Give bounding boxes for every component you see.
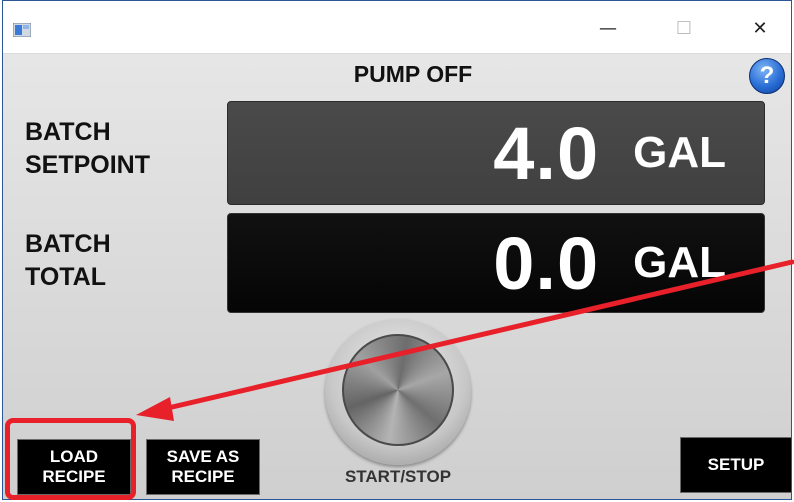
maximize-button[interactable]: ☐	[657, 11, 711, 45]
close-button[interactable]: ✕	[733, 11, 787, 45]
batch-total-display: 0.0 GAL	[227, 213, 765, 313]
save-as-recipe-button[interactable]: SAVE AS RECIPE	[146, 439, 260, 495]
batch-total-label-line2: TOTAL	[25, 263, 107, 291]
batch-total-unit: GAL	[633, 238, 726, 287]
batch-setpoint-label-line1: BATCH	[25, 118, 111, 146]
save-recipe-label-line2: RECIPE	[171, 467, 235, 486]
batch-total-label-line1: BATCH	[25, 230, 111, 258]
load-recipe-label-line1: LOAD	[49, 447, 99, 466]
app-window: — ☐ ✕ PUMP OFF ? BATCH SETPOINT 4.0 GAL …	[2, 0, 792, 500]
app-icon	[13, 23, 31, 37]
save-recipe-label-line1: SAVE AS	[166, 447, 240, 466]
start-stop-knob[interactable]	[342, 334, 454, 446]
minimize-button[interactable]: —	[581, 11, 635, 45]
help-icon[interactable]: ?	[749, 58, 785, 94]
load-recipe-button[interactable]: LOAD RECIPE	[17, 439, 131, 495]
batch-setpoint-unit: GAL	[633, 128, 726, 177]
batch-total-value: 0.0	[493, 221, 600, 305]
batch-setpoint-label-line2: SETPOINT	[25, 151, 151, 179]
batch-total-label: BATCH TOTAL	[25, 228, 111, 294]
setup-button[interactable]: SETUP	[680, 437, 791, 493]
title-bar: — ☐ ✕	[3, 1, 791, 54]
batch-setpoint-display[interactable]: 4.0 GAL	[227, 101, 765, 205]
start-stop-label: START/STOP	[344, 467, 452, 486]
batch-setpoint-value: 4.0	[493, 111, 600, 195]
batch-setpoint-label: BATCH SETPOINT	[25, 116, 150, 182]
pump-status: PUMP OFF	[353, 61, 473, 87]
load-recipe-label-line2: RECIPE	[42, 467, 106, 486]
